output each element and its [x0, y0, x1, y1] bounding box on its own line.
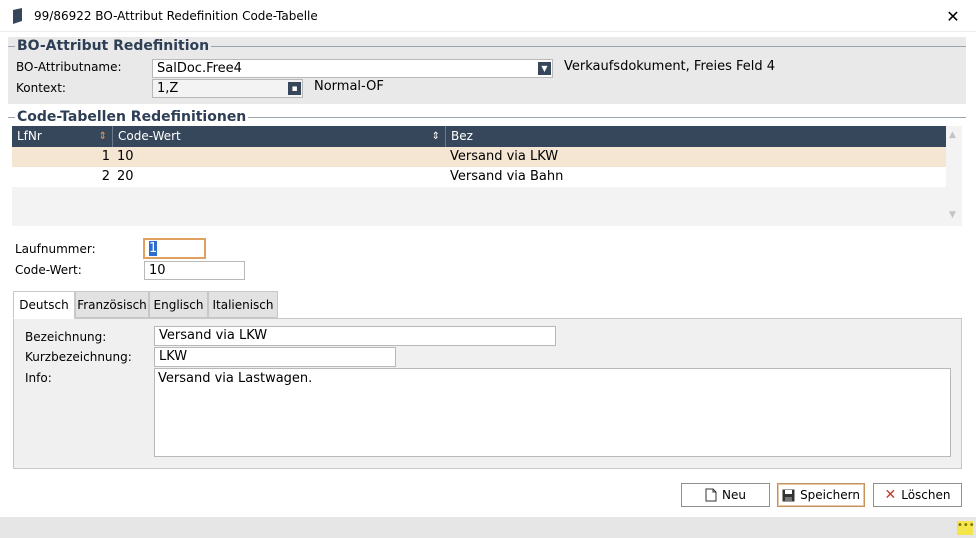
attr-description: Verkaufsdokument, Freies Feld 4 — [564, 59, 776, 74]
delete-button[interactable]: ✕ Löschen — [873, 483, 962, 507]
col-header-lfnr[interactable]: LfNr ⇕ — [12, 126, 113, 147]
col-header-bez[interactable]: Bez — [446, 126, 946, 147]
new-button-label: Neu — [722, 488, 746, 502]
code-wert-label: Code-Wert: — [15, 263, 82, 277]
attr-name-select[interactable]: SalDoc.Free4 — [152, 59, 553, 78]
context-description: Normal-OF — [314, 79, 384, 94]
cell-lfnr: 2 — [101, 169, 110, 184]
delete-button-label: Löschen — [901, 488, 951, 502]
app-icon — [13, 8, 22, 24]
sort-icon: ⇕ — [431, 131, 440, 142]
tab-italienisch[interactable]: Italienisch — [208, 291, 278, 318]
table-row[interactable]: 1 10 Versand via LKW — [12, 147, 946, 167]
info-textarea[interactable]: Versand via Lastwagen. — [154, 368, 951, 457]
attr-name-label: BO-Attributname: — [16, 60, 122, 74]
code-wert-value: 10 — [149, 263, 166, 278]
chevron-down-icon[interactable]: ▼ — [538, 62, 551, 75]
tab-englisch[interactable]: Englisch — [149, 291, 208, 318]
context-value: 1,Z — [157, 81, 179, 96]
info-value: Versand via Lastwagen. — [158, 371, 313, 386]
new-button[interactable]: Neu — [681, 483, 770, 507]
scroll-up-icon[interactable]: ▲ — [949, 130, 956, 140]
cell-code: 20 — [117, 169, 134, 184]
laufnummer-input[interactable]: 1 — [143, 238, 206, 259]
bezeichnung-label: Bezeichnung: — [25, 330, 107, 344]
cell-bez: Versand via Bahn — [450, 169, 564, 184]
title-bar: 99/86922 BO-Attribut Redefinition Code-T… — [0, 0, 976, 32]
cell-lfnr: 1 — [101, 149, 110, 164]
section-title-codes: Code-Tabellen Redefinitionen — [15, 109, 249, 125]
code-table: LfNr ⇕ Code-Wert ⇕ Bez 1 10 Versand via … — [12, 126, 962, 226]
new-document-icon — [705, 488, 717, 502]
scroll-down-icon[interactable]: ▼ — [949, 210, 956, 220]
save-button-label: Speichern — [800, 488, 860, 502]
table-row[interactable]: 2 20 Versand via Bahn — [12, 167, 946, 187]
kurzbezeichnung-value: LKW — [159, 349, 188, 364]
cell-bez: Versand via LKW — [450, 149, 559, 164]
sort-asc-icon: ⇕ — [98, 131, 107, 142]
kurzbezeichnung-input[interactable]: LKW — [154, 347, 396, 367]
info-label: Info: — [25, 371, 52, 385]
delete-icon: ✕ — [884, 487, 897, 503]
save-icon — [782, 489, 795, 501]
resize-grip-icon[interactable]: ••• — [957, 521, 975, 535]
table-header: LfNr ⇕ Code-Wert ⇕ Bez — [12, 126, 946, 147]
attr-name-value: SalDoc.Free4 — [157, 61, 242, 76]
table-scrollbar[interactable]: ▲ ▼ — [946, 126, 962, 226]
col-header-code[interactable]: Code-Wert ⇕ — [113, 126, 446, 147]
laufnummer-label: Laufnummer: — [15, 242, 96, 256]
status-strip: ••• — [0, 517, 976, 538]
tab-panel: Bezeichnung: Versand via LKW Kurzbezeich… — [13, 318, 962, 469]
context-field[interactable]: 1,Z — [152, 79, 303, 98]
context-label: Kontext: — [16, 81, 66, 95]
bezeichnung-input[interactable]: Versand via LKW — [154, 326, 556, 346]
window-title: 99/86922 BO-Attribut Redefinition Code-T… — [34, 9, 318, 23]
save-button[interactable]: Speichern — [777, 483, 865, 507]
bezeichnung-value: Versand via LKW — [159, 328, 268, 343]
section-title-attribute: BO-Attribut Redefinition — [15, 38, 212, 54]
cell-code: 10 — [117, 149, 134, 164]
kurzbezeichnung-label: Kurzbezeichnung: — [25, 350, 132, 364]
close-icon: ✕ — [946, 6, 960, 26]
tab-franzoesisch[interactable]: Französisch — [75, 291, 149, 318]
code-wert-input[interactable]: 10 — [144, 261, 245, 280]
lookup-icon[interactable]: ▪ — [288, 82, 301, 95]
close-button[interactable]: ✕ — [930, 0, 976, 32]
tab-deutsch[interactable]: Deutsch — [13, 291, 75, 319]
laufnummer-value: 1 — [149, 241, 158, 256]
